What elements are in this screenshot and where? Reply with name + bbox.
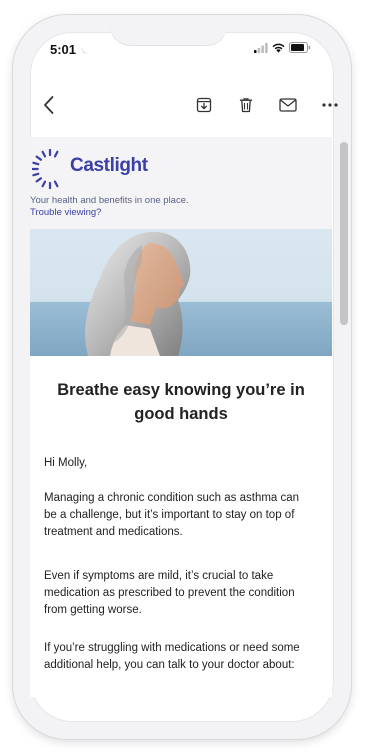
mark-unread-button[interactable] bbox=[276, 93, 300, 117]
email-headline: Breathe easy knowing you’re in good hand… bbox=[57, 381, 305, 423]
status-bar: 5:01 bbox=[17, 17, 321, 81]
trash-icon bbox=[239, 98, 253, 113]
back-button[interactable] bbox=[37, 93, 61, 117]
email-scrollbar[interactable] bbox=[340, 142, 348, 697]
archive-button[interactable] bbox=[192, 93, 216, 117]
hero-image bbox=[30, 229, 332, 356]
back-chevron-icon bbox=[44, 96, 54, 114]
email-paragraph: If you’re struggling with medications or… bbox=[44, 642, 300, 671]
status-time: 5:01 bbox=[50, 42, 90, 57]
wifi-icon bbox=[272, 43, 285, 53]
email-body-viewport[interactable]: Castlight Your health and benefits in on… bbox=[30, 137, 332, 697]
castlight-logo-mark-icon bbox=[32, 149, 59, 189]
email-paragraph: Managing a chronic condition such as ast… bbox=[44, 492, 300, 538]
cellular-signal-icon bbox=[254, 42, 268, 53]
trouble-viewing-link[interactable]: Trouble viewing? bbox=[30, 207, 101, 218]
scrollbar-thumb[interactable] bbox=[340, 142, 348, 325]
battery-icon bbox=[289, 42, 311, 53]
email-paragraph: Even if symptoms are mild, it’s crucial … bbox=[44, 570, 295, 616]
more-button[interactable] bbox=[318, 93, 342, 117]
castlight-logo-text: Castlight bbox=[70, 155, 148, 176]
more-icon bbox=[322, 103, 338, 107]
status-icons bbox=[254, 42, 311, 53]
email-tagline: Your health and benefits in one place. bbox=[30, 195, 189, 206]
moon-icon bbox=[81, 45, 90, 54]
email-header: Castlight Your health and benefits in on… bbox=[30, 137, 332, 229]
hero-photo bbox=[30, 229, 332, 356]
delete-button[interactable] bbox=[234, 93, 258, 117]
status-time-text: 5:01 bbox=[50, 42, 77, 57]
castlight-logo[interactable]: Castlight bbox=[32, 149, 177, 189]
email-greeting: Hi Molly, bbox=[44, 457, 88, 469]
mail-icon bbox=[279, 98, 297, 112]
email-toolbar bbox=[17, 88, 338, 126]
archive-icon bbox=[196, 97, 212, 113]
